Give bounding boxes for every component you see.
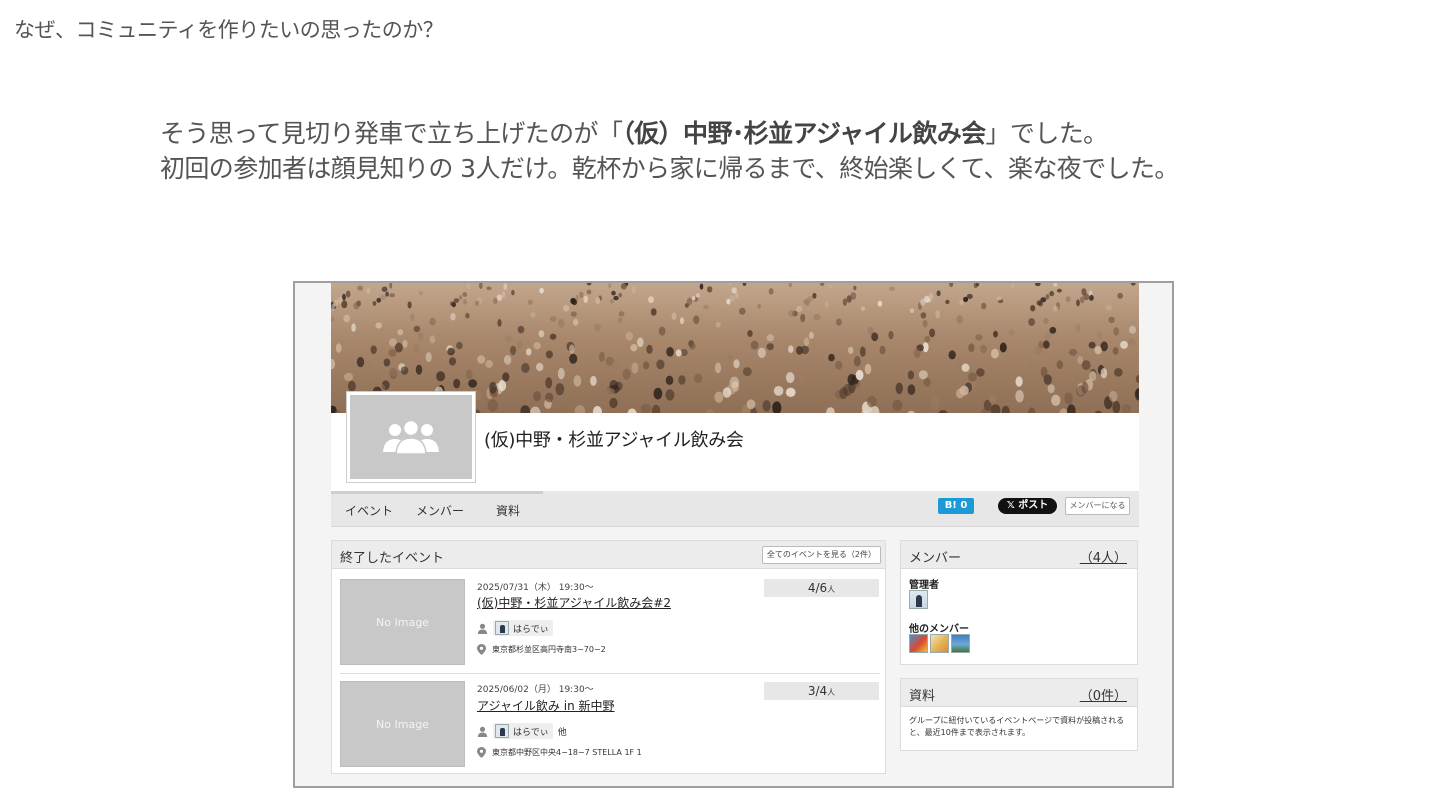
documents-panel: 資料 （0件） グループに紐付いているイベントページで資料が投稿されると、最近1… <box>900 678 1138 751</box>
attendance-count: 4/6人 <box>764 579 879 597</box>
host-name: はらでぃ <box>513 624 549 635</box>
documents-count-link[interactable]: （0件） <box>1080 685 1127 704</box>
members-panel: メンバー （4人） 管理者 他のメンバー <box>900 540 1138 665</box>
embedded-screenshot: (仮)中野・杉並アジャイル飲み会 イベント メンバー 資料 B! 0 𝕏 ポスト… <box>293 281 1174 788</box>
lead-group-name: （仮）中野･杉並アジャイル飲み会 <box>622 119 986 148</box>
event-title-link[interactable]: アジャイル飲み in 新中野 <box>477 697 615 714</box>
map-pin-icon <box>477 644 486 655</box>
past-events-heading: 終了したイベント <box>340 551 445 566</box>
x-post-button[interactable]: 𝕏 ポスト <box>998 498 1057 514</box>
tab-events[interactable]: イベント <box>345 502 393 519</box>
event-row[interactable]: No Image 2025/06/02（月） 19:30〜 アジャイル飲み in… <box>340 673 880 769</box>
lead-line-1: そう思って見切り発車で立ち上げたのが「（仮）中野･杉並アジャイル飲み会」でした。 <box>160 116 1179 151</box>
event-address: 東京都中野区中央4−18−7 STELLA 1F 1 <box>492 748 642 757</box>
slide-lead: そう思って見切り発車で立ち上げたのが「（仮）中野･杉並アジャイル飲み会」でした。… <box>160 116 1179 186</box>
lead-line-1-pre: そう思って見切り発車で立ち上げたのが「 <box>160 119 623 148</box>
host-chip[interactable]: はらでぃ <box>493 723 553 739</box>
event-no-image[interactable]: No Image <box>340 681 465 767</box>
member-avatar[interactable] <box>951 634 970 653</box>
event-address: 東京都杉並区高円寺南3−70−2 <box>492 645 606 654</box>
members-count-link[interactable]: （4人） <box>1080 547 1127 566</box>
members-header: メンバー （4人） <box>901 541 1137 569</box>
lead-line-1-post: 」でした。 <box>985 119 1109 148</box>
other-members-label: 他のメンバー <box>909 624 969 635</box>
other-member-avatars <box>909 634 970 653</box>
attendance-value: 4/6 <box>807 581 828 595</box>
event-host: はらでぃ <box>477 620 558 636</box>
tab-active-indicator <box>331 491 543 494</box>
past-events-panel: 終了したイベント 全てのイベントを見る（2件） No Image 2025/07… <box>331 540 886 774</box>
past-events-header: 終了したイベント 全てのイベントを見る（2件） <box>332 541 885 569</box>
members-heading: メンバー <box>909 551 962 566</box>
event-place: 東京都中野区中央4−18−7 STELLA 1F 1 <box>477 747 642 758</box>
person-icon <box>477 726 488 737</box>
event-title-link[interactable]: (仮)中野・杉並アジャイル飲み会#2 <box>477 594 671 611</box>
documents-header: 資料 （0件） <box>901 679 1137 707</box>
member-avatar[interactable] <box>909 634 928 653</box>
attendance-count: 3/4人 <box>764 682 879 700</box>
event-host: はらでぃ 他 <box>477 723 567 739</box>
group-page: (仮)中野・杉並アジャイル飲み会 イベント メンバー 資料 B! 0 𝕏 ポスト… <box>331 283 1139 786</box>
member-avatar[interactable] <box>930 634 949 653</box>
event-date: 2025/06/02（月） 19:30〜 <box>477 685 594 695</box>
join-member-button[interactable]: メンバーになる <box>1065 497 1130 515</box>
attendance-unit: 人 <box>827 585 836 594</box>
person-icon <box>477 623 488 634</box>
host-chip[interactable]: はらでぃ <box>493 620 553 636</box>
group-placeholder-icon <box>383 420 439 454</box>
group-title: (仮)中野・杉並アジャイル飲み会 <box>484 430 744 451</box>
hatena-bookmark-button[interactable]: B! 0 <box>938 498 974 514</box>
documents-description: グループに紐付いているイベントページで資料が投稿されると、最近10件まで表示され… <box>909 716 1125 737</box>
admin-avatars <box>909 590 928 609</box>
host-name: はらでぃ <box>513 727 549 738</box>
event-place: 東京都杉並区高円寺南3−70−2 <box>477 644 606 655</box>
admin-label: 管理者 <box>909 580 939 591</box>
group-avatar[interactable] <box>346 391 476 483</box>
slide-question: なぜ、コミュニティを作りたいの思ったのか？ <box>14 18 444 42</box>
map-pin-icon <box>477 747 486 758</box>
event-no-image[interactable]: No Image <box>340 579 465 665</box>
attendance-unit: 人 <box>827 688 836 697</box>
host-suffix: 他 <box>557 727 567 738</box>
attendance-value: 3/4 <box>807 684 828 698</box>
host-avatar <box>495 621 509 635</box>
tab-members[interactable]: メンバー <box>416 502 464 519</box>
event-date: 2025/07/31（木） 19:30〜 <box>477 583 594 593</box>
all-events-button[interactable]: 全てのイベントを見る（2件） <box>761 546 881 564</box>
documents-heading: 資料 <box>909 689 936 704</box>
lead-line-2: 初回の参加者は顔見知りの 3人だけ。乾杯から家に帰るまで、終始楽しくて、楽な夜で… <box>160 154 1179 183</box>
admin-avatar[interactable] <box>909 590 928 609</box>
group-tab-bar: イベント メンバー 資料 B! 0 𝕏 ポスト メンバーになる <box>331 491 1139 527</box>
host-avatar <box>495 724 509 738</box>
tab-documents[interactable]: 資料 <box>496 502 520 519</box>
event-row[interactable]: No Image 2025/07/31（木） 19:30〜 (仮)中野・杉並アジ… <box>340 576 880 672</box>
